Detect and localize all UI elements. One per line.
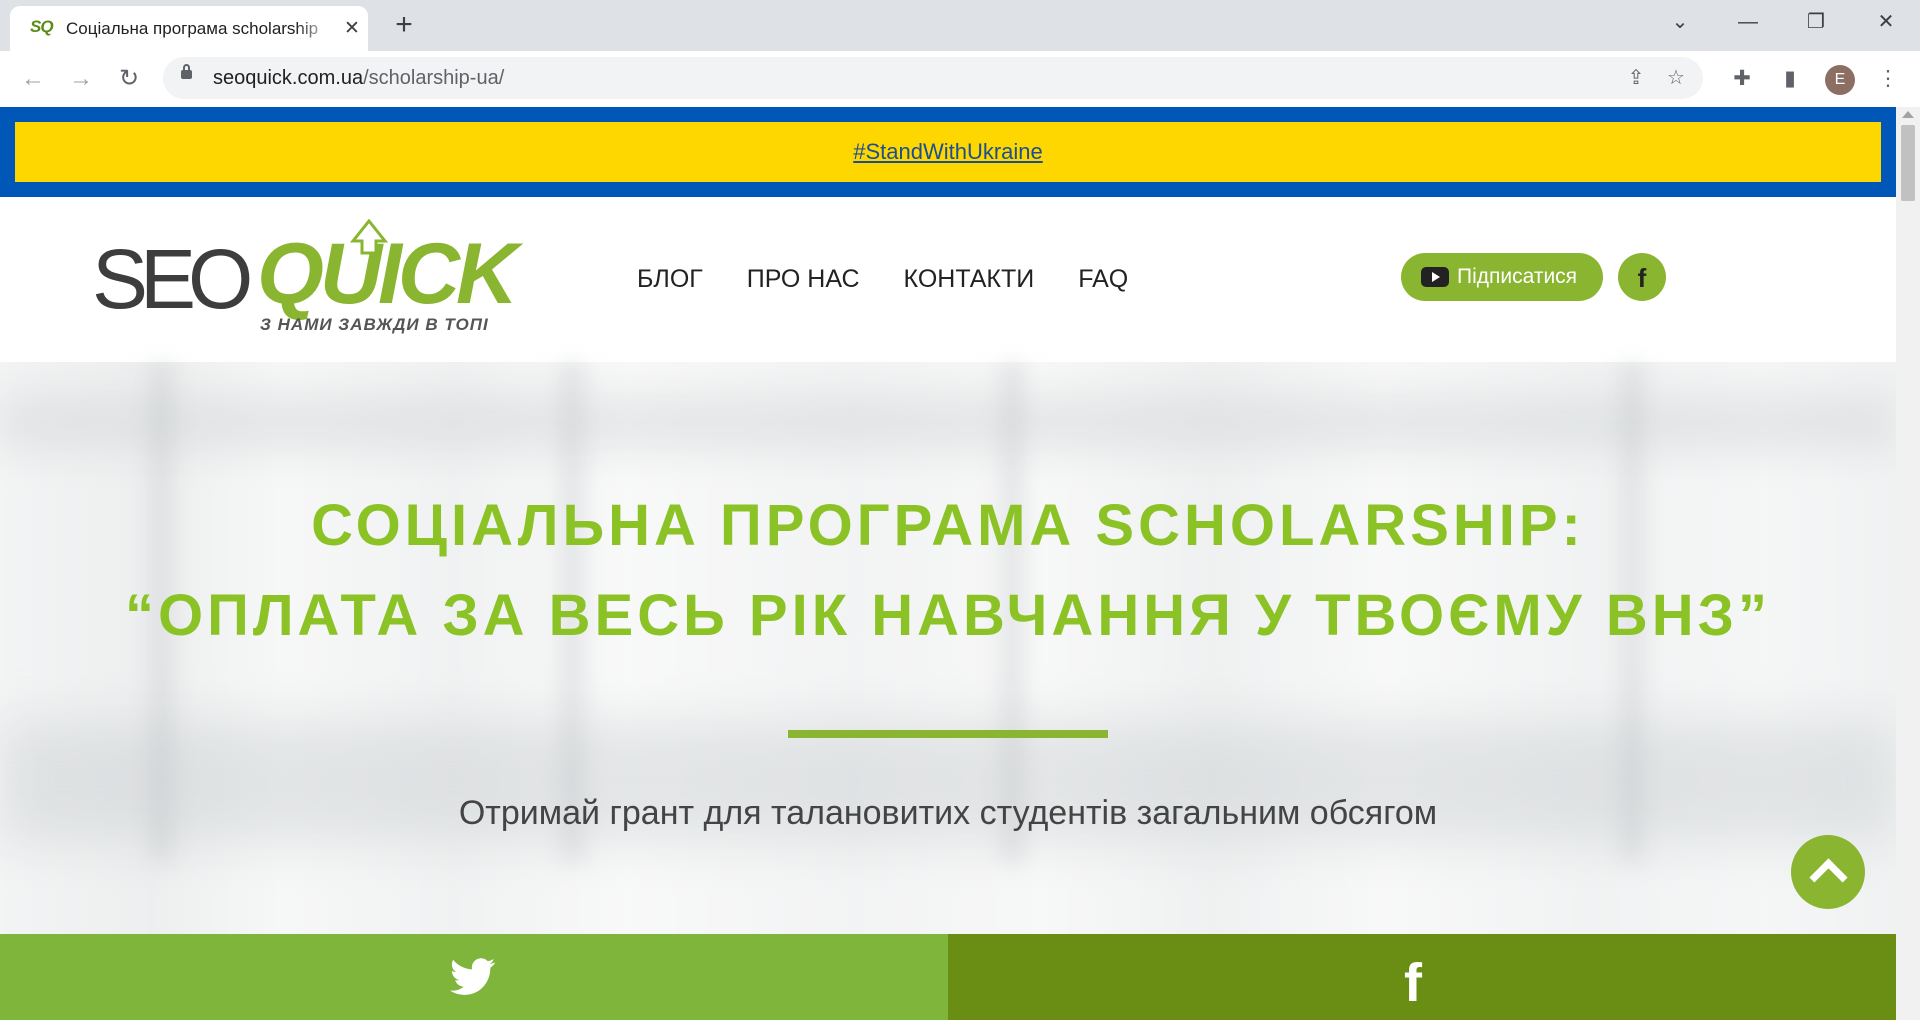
restore-button[interactable]: ❐ xyxy=(1796,8,1836,36)
facebook-icon: f xyxy=(1637,263,1647,293)
logo-arrow-icon xyxy=(349,219,389,255)
scroll-up-arrow-icon[interactable] xyxy=(1902,111,1914,118)
bookmark-star-icon[interactable]: ☆ xyxy=(1663,65,1689,91)
page-scrollbar[interactable] xyxy=(1896,107,1920,1020)
nav-blog[interactable]: БЛОГ xyxy=(637,265,703,294)
subscribe-label: Підписатися xyxy=(1457,265,1578,288)
hero-subtitle: Отримай грант для талановитих студентів … xyxy=(458,794,1438,832)
new-tab-button[interactable]: + xyxy=(390,10,418,40)
back-arrow-icon[interactable]: ← xyxy=(18,64,48,94)
extensions-puzzle-icon[interactable]: ✚ xyxy=(1727,64,1757,94)
facebook-share-bar[interactable]: f xyxy=(948,934,1896,1020)
hero-background-blur xyxy=(0,392,1896,452)
stand-with-ukraine-banner: #StandWithUkraine xyxy=(0,107,1896,197)
scrollbar-thumb[interactable] xyxy=(1901,125,1915,201)
side-panel-icon[interactable]: ▮ xyxy=(1775,64,1805,94)
url-text[interactable]: seoquick.com.ua/scholarship-ua/ xyxy=(213,67,504,90)
seoquick-logo[interactable]: SEO QUICK З НАМИ ЗАВЖДИ В ТОПІ xyxy=(92,219,518,335)
site-favicon-icon: SQ xyxy=(30,17,54,36)
profile-avatar[interactable]: E xyxy=(1825,65,1855,95)
hero-divider xyxy=(788,730,1108,738)
address-bar[interactable]: seoquick.com.ua/scholarship-ua/ ⇪ ☆ xyxy=(163,57,1703,99)
facebook-header-button[interactable]: f xyxy=(1618,253,1666,301)
facebook-icon: f xyxy=(1404,953,1422,1013)
url-path: /scholarship-ua/ xyxy=(363,67,505,89)
browser-tab[interactable]: SQ Соціальна програма scholarship ✕ xyxy=(10,6,368,51)
logo-seo-text: SEO xyxy=(92,232,253,326)
reload-icon[interactable]: ↻ xyxy=(114,64,144,94)
page-viewport: #StandWithUkraine SEO QUICK З НАМИ ЗАВЖД… xyxy=(0,107,1920,1020)
site-header: SEO QUICK З НАМИ ЗАВЖДИ В ТОПІ БЛОГ ПРО … xyxy=(0,197,1896,362)
hero-title-line-2: “ОПЛАТА ЗА ВЕСЬ РІК НАВЧАННЯ У ТВОЄМУ ВН… xyxy=(125,583,1771,648)
minimize-button[interactable]: — xyxy=(1728,8,1768,36)
scroll-to-top-button[interactable] xyxy=(1791,835,1865,909)
nav-faq[interactable]: FAQ xyxy=(1078,265,1128,294)
tab-title: Соціальна програма scholarship xyxy=(66,19,319,38)
youtube-icon xyxy=(1421,267,1449,287)
hero-title-line-1: СОЦІАЛЬНА ПРОГРАМА SCHOLARSHIP: xyxy=(311,493,1585,558)
nav-contacts[interactable]: КОНТАКТИ xyxy=(904,265,1035,294)
forward-arrow-icon[interactable]: → xyxy=(66,64,96,94)
stand-with-ukraine-link[interactable]: #StandWithUkraine xyxy=(853,139,1043,165)
twitter-share-bar[interactable] xyxy=(0,934,948,1020)
youtube-subscribe-button[interactable]: Підписатися xyxy=(1401,253,1603,301)
hero-section: СОЦІАЛЬНА ПРОГРАМА SCHOLARSHIP: “ОПЛАТА … xyxy=(0,362,1896,1020)
browser-tab-bar: SQ Соціальна програма scholarship ✕ + ⌄ … xyxy=(0,0,1920,51)
banner-yellow-strip: #StandWithUkraine xyxy=(15,122,1881,182)
url-host: seoquick.com.ua xyxy=(213,67,364,89)
logo-tagline: З НАМИ ЗАВЖДИ В ТОПІ xyxy=(260,315,489,334)
nav-about[interactable]: ПРО НАС xyxy=(747,265,860,294)
menu-kebab-icon[interactable]: ⋮ xyxy=(1873,64,1903,94)
share-icon[interactable]: ⇪ xyxy=(1623,65,1649,91)
twitter-icon xyxy=(450,958,496,995)
lock-icon[interactable] xyxy=(181,64,192,79)
tab-search-icon[interactable]: ⌄ xyxy=(1660,8,1700,36)
close-window-button[interactable]: ✕ xyxy=(1866,8,1906,36)
browser-toolbar: ← → ↻ seoquick.com.ua/scholarship-ua/ ⇪ … xyxy=(0,51,1920,107)
main-nav: БЛОГ ПРО НАС КОНТАКТИ FAQ xyxy=(637,265,1172,294)
close-tab-icon[interactable]: ✕ xyxy=(342,19,362,39)
